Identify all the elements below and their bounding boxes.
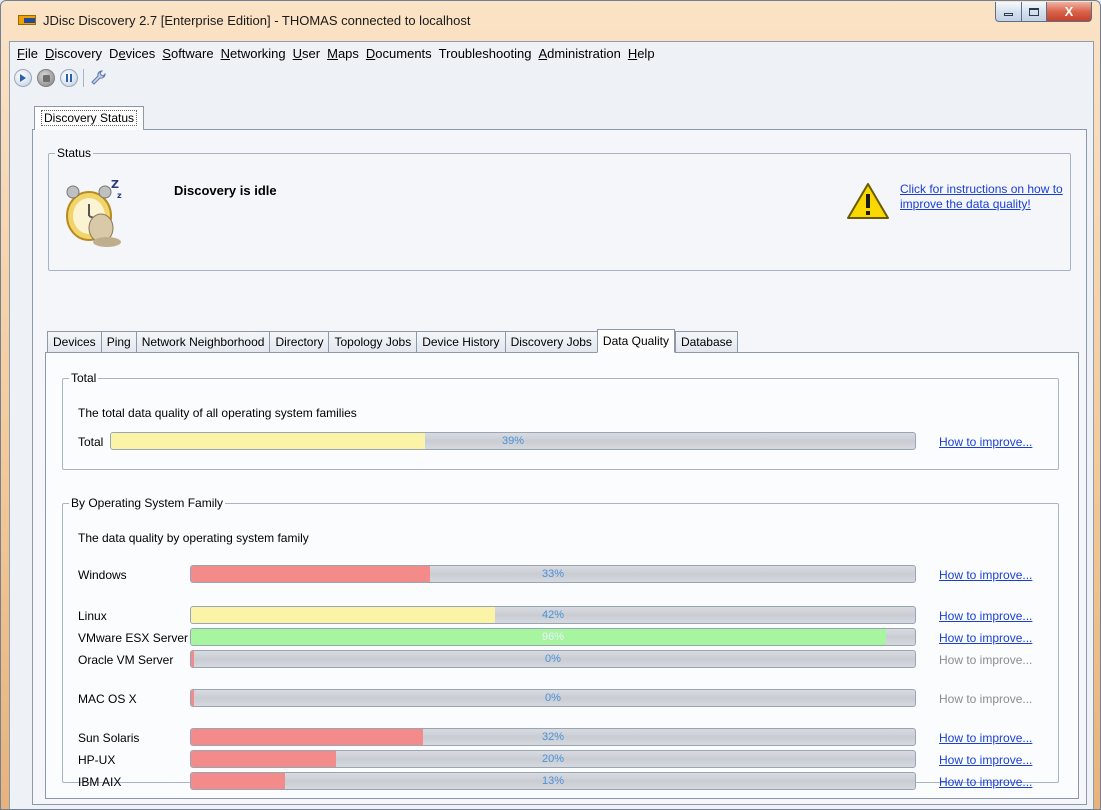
os-progress-bar-mac-os-x: 0% [190, 689, 916, 707]
maximize-icon [1029, 7, 1039, 16]
menu-item-1[interactable]: Discovery [42, 46, 105, 61]
tab-devices[interactable]: Devices [47, 331, 101, 353]
data-quality-panel: Total The total data quality of all oper… [45, 352, 1079, 799]
menu-item-5[interactable]: User [290, 46, 323, 61]
os-percent-sun-solaris: 32% [541, 731, 565, 743]
menu-item-9[interactable]: Administration [535, 46, 623, 61]
menu-item-7[interactable]: Documents [363, 46, 435, 61]
data-quality-instructions-link[interactable]: Click for instructions on how to improve… [900, 182, 1065, 212]
menu-item-10[interactable]: Help [625, 46, 658, 61]
how-to-improve-link-ibm-aix[interactable]: How to improve... [939, 775, 1032, 789]
play-icon[interactable] [14, 69, 32, 87]
how-to-improve-link-oracle-vm-server: How to improve... [939, 653, 1033, 667]
stop-icon[interactable] [37, 69, 55, 87]
status-group: Status Z z Discovery is idle Click for i… [48, 146, 1071, 271]
os-progress-bar-oracle-vm-server: 0% [190, 650, 916, 668]
minimize-button[interactable] [995, 2, 1022, 22]
os-label-vmware-esx-server: VMware ESX Server [78, 631, 189, 645]
how-to-improve-link-windows[interactable]: How to improve... [939, 568, 1032, 582]
how-to-improve-link-sun-solaris[interactable]: How to improve... [939, 731, 1032, 745]
total-group-title: Total [69, 371, 99, 385]
menu-item-0[interactable]: File [14, 46, 41, 61]
discovery-subtabs: Devices Ping Network Neighborhood Directory… [47, 329, 739, 353]
maximize-button[interactable] [1021, 2, 1047, 22]
tab-discovery-status[interactable]: Discovery Status [34, 106, 145, 130]
tab-database[interactable]: Database [674, 331, 739, 353]
window-title: JDisc Discovery 2.7 [Enterprise Edition]… [43, 13, 471, 28]
tab-data-quality[interactable]: Data Quality [596, 329, 675, 353]
os-progress-bar-sun-solaris: 32% [190, 728, 916, 746]
total-progress-bar: 39% [110, 432, 916, 450]
svg-text:z: z [117, 191, 122, 200]
menu-item-8[interactable]: Troubleshooting [436, 46, 535, 61]
menu-item-4[interactable]: Networking [218, 46, 289, 61]
menu-item-3[interactable]: Software [159, 46, 216, 61]
svg-text:Z: Z [111, 178, 119, 191]
os-progress-bar-hp-ux: 20% [190, 750, 916, 768]
os-progress-bar-ibm-aix: 13% [190, 772, 916, 790]
tab-directory[interactable]: Directory [269, 331, 329, 353]
menu-bar: File Discovery Devices Software Networking Us… [10, 42, 1093, 64]
tab-discovery-jobs[interactable]: Discovery Jobs [504, 331, 597, 353]
total-quality-group: Total The total data quality of all oper… [62, 371, 1059, 470]
os-label-sun-solaris: Sun Solaris [78, 731, 140, 745]
os-family-group: By Operating System Family The data qual… [62, 496, 1059, 790]
os-label-ibm-aix: IBM AIX [78, 775, 122, 789]
total-how-to-improve-link[interactable]: How to improve... [939, 435, 1032, 449]
discovery-status-text: Discovery is idle [174, 183, 277, 198]
os-percent-linux: 42% [541, 609, 565, 621]
os-progress-bar-vmware-esx-server: 96% [190, 628, 916, 646]
toolbar [10, 66, 1093, 90]
how-to-improve-link-hp-ux[interactable]: How to improve... [939, 753, 1032, 767]
sleeping-clock-icon: Z z [66, 178, 122, 247]
os-label-windows: Windows [78, 568, 127, 582]
tab-ping[interactable]: Ping [100, 331, 136, 353]
os-label-mac-os-x: MAC OS X [78, 692, 137, 706]
tab-device-history[interactable]: Device History [416, 331, 505, 353]
os-percent-mac-os-x: 0% [545, 692, 561, 704]
application-window: JDisc Discovery 2.7 [Enterprise Edition]… [0, 0, 1101, 810]
os-percent-windows: 33% [541, 568, 565, 580]
os-percent-ibm-aix: 13% [541, 775, 565, 787]
os-label-hp-ux: HP-UX [78, 753, 116, 767]
minimize-icon [1004, 13, 1013, 16]
os-family-description: The data quality by operating system fam… [78, 531, 309, 545]
how-to-improve-link-vmware-esx-server[interactable]: How to improve... [939, 631, 1032, 645]
os-progress-bar-linux: 42% [190, 606, 916, 624]
os-family-group-title: By Operating System Family [69, 496, 226, 510]
menu-item-6[interactable]: Maps [324, 46, 362, 61]
os-percent-hp-ux: 20% [541, 753, 565, 765]
pause-icon[interactable] [60, 69, 78, 87]
how-to-improve-link-mac-os-x: How to improve... [939, 692, 1033, 706]
toolbar-separator [83, 69, 84, 87]
os-progress-bar-windows: 33% [190, 565, 916, 583]
total-description: The total data quality of all operating … [78, 406, 357, 420]
tab-topology-jobs[interactable]: Topology Jobs [328, 331, 417, 353]
how-to-improve-link-linux[interactable]: How to improve... [939, 609, 1032, 623]
tab-network-neighborhood[interactable]: Network Neighborhood [135, 331, 270, 353]
os-percent-oracle-vm-server: 0% [545, 653, 561, 665]
total-label: Total [78, 435, 104, 449]
os-label-oracle-vm-server: Oracle VM Server [78, 653, 174, 667]
menu-item-2[interactable]: Devices [106, 46, 158, 61]
total-percent: 39% [501, 435, 525, 447]
warning-icon [847, 183, 889, 219]
os-label-linux: Linux [78, 609, 107, 623]
close-button[interactable]: X [1046, 2, 1092, 22]
app-icon [18, 15, 36, 25]
discovery-status-panel: Status Z z Discovery is idle Click for i… [32, 129, 1087, 805]
title-bar[interactable]: JDisc Discovery 2.7 [Enterprise Edition]… [1, 1, 1100, 41]
status-group-title: Status [55, 146, 94, 160]
os-percent-vmware-esx-server: 96% [541, 631, 565, 643]
client-area: File Discovery Devices Software Networking Us… [9, 41, 1094, 809]
wrench-icon[interactable] [89, 69, 107, 87]
